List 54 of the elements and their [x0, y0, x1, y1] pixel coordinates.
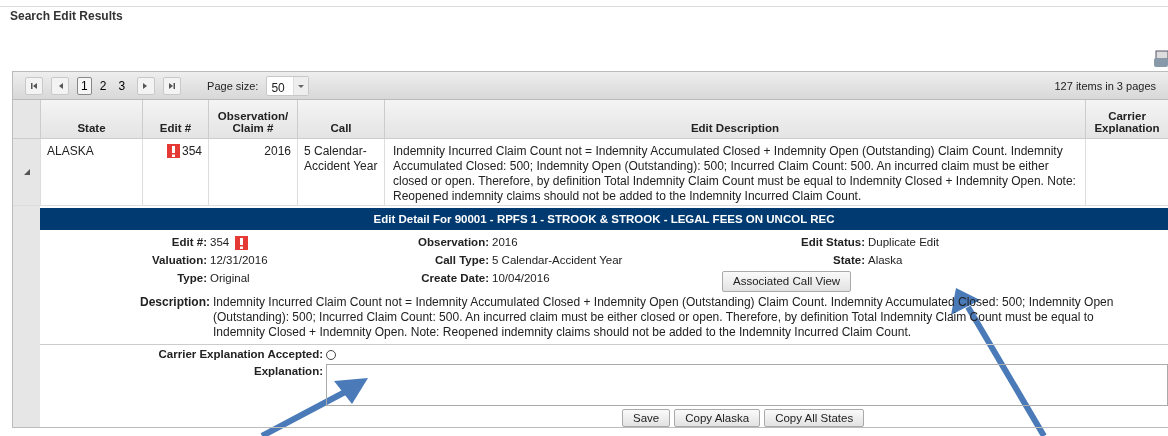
field-label: Create Date: [420, 271, 490, 286]
caret-icon [292, 76, 308, 95]
field-value: Alaska [868, 253, 903, 268]
field-value: 12/31/2016 [210, 253, 268, 268]
action-button[interactable]: Save [622, 409, 671, 427]
items-summary: 127 items in 3 pages [1054, 79, 1156, 92]
last-page-button[interactable] [163, 76, 182, 95]
table-cell: 354 [181, 144, 202, 159]
next-page-button[interactable] [137, 76, 156, 95]
field-value: Original [210, 271, 250, 286]
warning-icon [166, 144, 180, 158]
field-value: Duplicate Edit [868, 235, 939, 250]
field-label: Type: [176, 271, 208, 286]
previous-page-button[interactable] [51, 76, 69, 95]
table-cell: ALASKA [40, 139, 142, 206]
table-cell: 2016 [208, 139, 297, 206]
field-label: Call Type: [433, 253, 490, 268]
table-cell: Indemnity Incurred Claim Count not = Indemnity Accumulated Closed + Indemnity Open (Outstanding) Claim Count. Indemnity Accumulated Closed: 500; Indemnity Open (Outstanding): 500; Incurred Claim Count: 500. An incurred claim must be either closed or open. Therefore, by definition Total Indemnity Claim Count must be equal to Indemnity Closed + Indemnity Open. Note: Reopened indemnity claims should not be added to the Indemnity Incurred Claim Count. [384, 139, 1085, 206]
field-label: Edit Status: [800, 235, 866, 250]
description-label: Description: [139, 295, 211, 311]
page-number[interactable]: 1 [77, 76, 92, 95]
last-icon [168, 81, 177, 90]
field-label: Observation: [417, 235, 490, 250]
page-number[interactable]: 2 [95, 76, 111, 95]
page-number[interactable]: 3 [114, 76, 130, 95]
first-page-button[interactable] [25, 76, 43, 95]
explanation-label: Explanation: [253, 364, 324, 379]
table-cell: 5 Calendar-Accident Year [297, 139, 384, 206]
field-label: Valuation: [151, 253, 208, 268]
page-size-dropdown[interactable]: 50 [266, 75, 309, 96]
column-header: Observation/ Claim # [208, 100, 297, 139]
detail-header: Edit Detail For 90001 - RPFS 1 - STROOK & STROOK - LEGAL FEES ON UNCOL REC [40, 208, 1168, 230]
accepted-label: Carrier Explanation Accepted: [157, 347, 324, 362]
column-header: Edit Description [384, 100, 1085, 139]
action-button[interactable]: Copy All States [764, 409, 865, 427]
column-header: Edit # [142, 100, 208, 139]
printer-icon[interactable] [1154, 49, 1168, 69]
collapse-icon[interactable] [22, 168, 31, 176]
field-value: 10/04/2016 [492, 271, 550, 286]
field-value: 5 Calendar-Accident Year [492, 253, 623, 268]
first-icon [30, 81, 38, 90]
explanation-field[interactable] [326, 364, 1168, 406]
field-value: 2016 [492, 235, 518, 250]
column-header: Call [297, 100, 384, 139]
field-label: Edit #: [170, 235, 208, 250]
warning-icon [235, 235, 249, 250]
action-button[interactable]: Copy Alaska [674, 409, 761, 427]
column-header: Carrier Explanation [1085, 100, 1168, 139]
field-value: 354 [210, 235, 230, 250]
field-label: State: [832, 253, 866, 268]
associated-call-view-button[interactable]: Associated Call View [722, 271, 852, 292]
page-size-label: Page size: [207, 79, 259, 92]
column-header: State [40, 100, 142, 139]
page-title: Search Edit Results [10, 8, 124, 23]
